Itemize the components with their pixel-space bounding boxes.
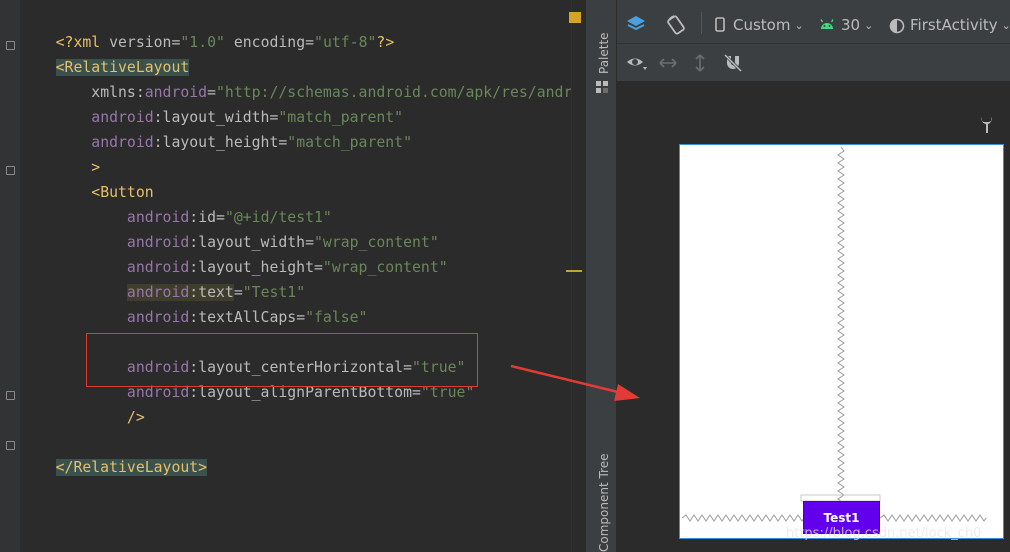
token: android [91,134,154,151]
code-line-button-open[interactable]: <Button [20,160,153,201]
layers-icon[interactable] [625,14,647,34]
design-toolbar: Custom ⌄ 30 ⌄ FirstActivity ⌄ [617,0,1010,44]
token: :layout_height [153,134,279,151]
component-tree-tab[interactable]: Component Tree [597,454,611,552]
vertical-resize-icon[interactable] [693,53,707,73]
token: = [305,34,315,51]
token: </RelativeLayout> [55,459,208,476]
code-line-layout-height[interactable]: android:layout_height="match_parent" [20,110,412,151]
eye-icon[interactable] [626,55,648,71]
code-line-self-close[interactable]: /> [20,385,145,426]
palette-icon [596,81,608,93]
code-line-button-width[interactable]: android:layout_width="wrap_content" [20,210,439,251]
chevron-down-icon: ⌄ [794,18,804,32]
api-level-dropdown[interactable]: 30 ⌄ [841,16,873,34]
token: "match_parent" [287,134,412,151]
activity-dropdown[interactable]: FirstActivity ⌄ [910,16,1010,34]
wrench-icon[interactable] [979,116,993,134]
code-line-xmlns[interactable]: xmlns:android="http://schemas.android.co… [20,60,608,101]
scroll-marker[interactable] [566,270,582,272]
chevron-down-icon: ⌄ [1001,18,1010,32]
tool-window-strip: Palette Component Tree [585,0,617,552]
device-preview[interactable]: Test1 [679,144,1004,539]
highlight-box [86,333,478,387]
code-line-text[interactable]: android:text="Test1" [20,260,305,301]
warning-marker[interactable] [569,12,581,23]
token: "false" [305,309,368,326]
fold-marker[interactable] [6,166,15,175]
orientation-icon[interactable] [665,14,687,36]
editor-scrollbar[interactable] [571,0,585,552]
code-line-layout-width[interactable]: android:layout_width="match_parent" [20,85,403,126]
fold-marker[interactable] [6,41,15,50]
layout-designer: Custom ⌄ 30 ⌄ FirstActivity ⌄ Test1 [617,0,1010,552]
activity-label: FirstActivity [910,16,998,34]
token: /> [126,409,145,426]
device-label: Custom [733,16,791,34]
constraint-springs [681,146,987,522]
android-icon [820,19,834,29]
token: = [278,134,288,151]
fold-marker[interactable] [6,391,15,400]
code-line-button-height[interactable]: android:layout_height="wrap_content" [20,235,448,276]
device-icon [715,17,725,32]
editor-gutter [0,0,20,552]
token: encoding [224,34,306,51]
design-canvas[interactable]: Test1 [617,82,1010,552]
fold-marker[interactable] [6,441,15,450]
token: "wrap_content" [322,259,448,276]
token: = [314,259,323,276]
palette-tab[interactable]: Palette [597,32,611,74]
token: "utf-8" [314,34,377,51]
magnet-off-icon[interactable] [723,53,743,73]
design-subtoolbar [617,44,1010,82]
watermark: https://blog.csdn.net/lock_ch0 [786,526,982,541]
code-editor[interactable]: <?xml version="1.0" encoding="utf-8"?> <… [0,0,608,552]
code-line-id[interactable]: android:id="@+id/test1" [20,185,332,226]
code-line-relativelayout-open[interactable]: <RelativeLayout [20,35,190,76]
chevron-down-icon: ⌄ [864,18,874,32]
theme-icon [889,18,905,34]
code-line-close-bracket[interactable]: > [20,135,100,176]
horizontal-resize-icon[interactable] [658,56,678,70]
code-line-relativelayout-close[interactable]: </RelativeLayout> [20,435,208,476]
token: ?> [376,34,395,51]
device-dropdown[interactable]: Custom ⌄ [733,16,804,34]
api-label: 30 [841,16,861,34]
toolbar-separator [701,12,702,34]
token: = [296,309,306,326]
code-line-xml-declaration[interactable]: <?xml version="1.0" encoding="utf-8"?> [20,10,395,51]
token: :textAllCaps [189,309,297,326]
code-line-textallcaps[interactable]: android:textAllCaps="false" [20,285,368,326]
token: android [126,309,190,326]
